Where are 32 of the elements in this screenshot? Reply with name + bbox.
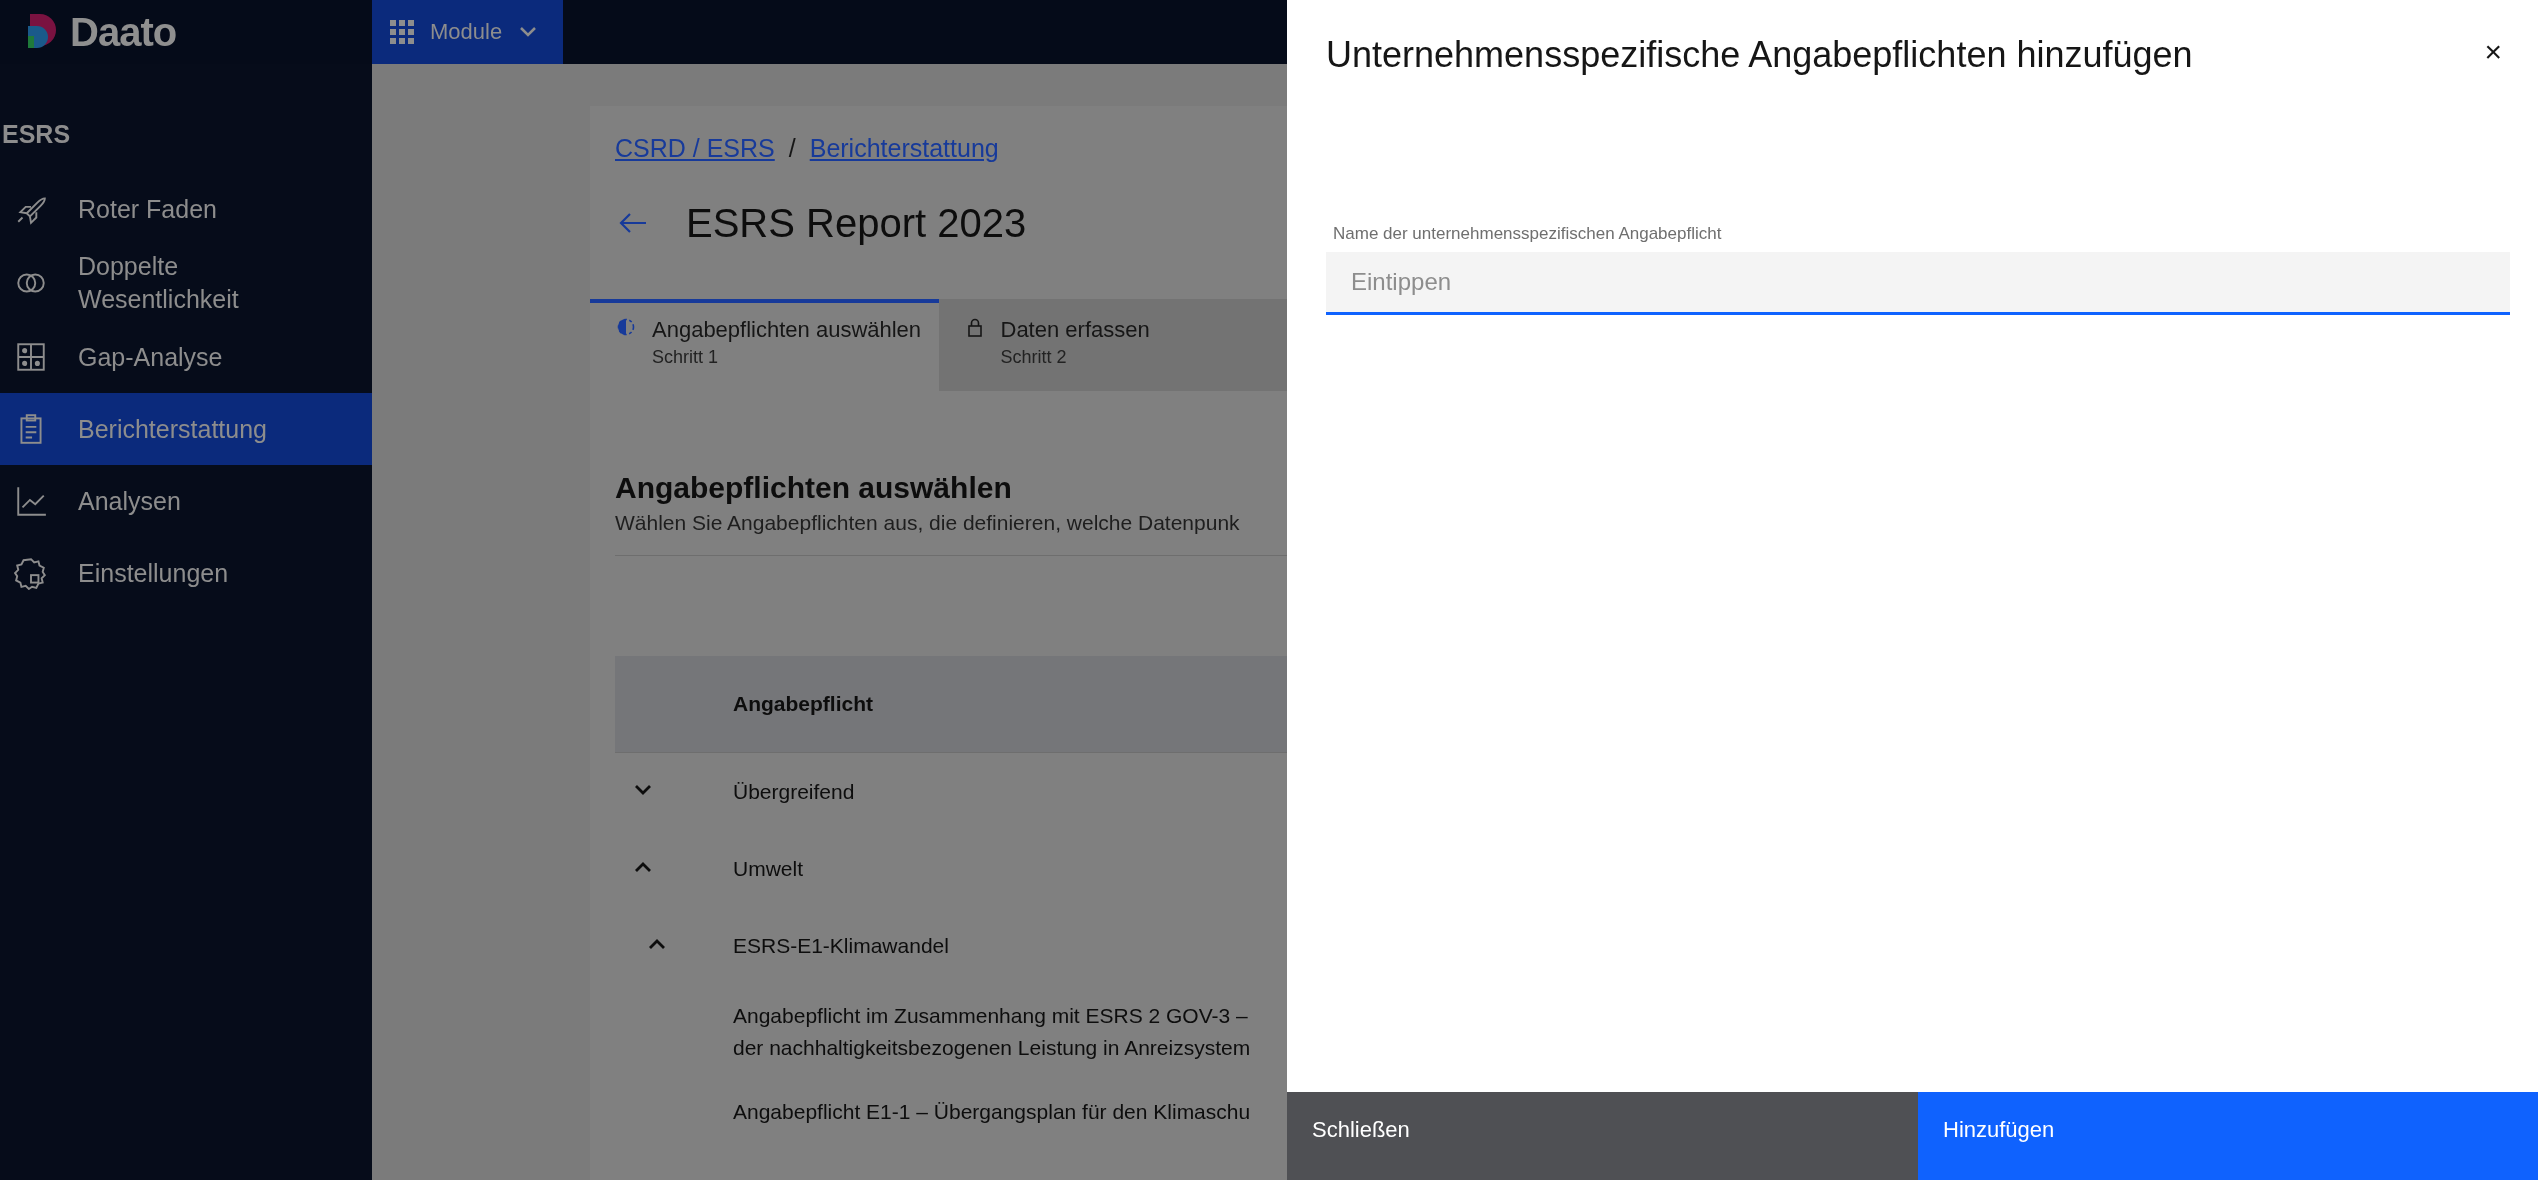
step-tab[interactable]: Daten erfassen Schritt 2 (938, 299, 1287, 391)
half-circle-icon (616, 317, 636, 337)
close-button[interactable]: × (2480, 34, 2506, 70)
input-field[interactable]: Eintippen (1326, 252, 2510, 315)
table-cell-text: Übergreifend (733, 778, 855, 805)
sidebar-item[interactable]: Berichterstattung (0, 393, 372, 465)
settings-icon (14, 556, 48, 590)
table-cell-text: Umwelt (733, 855, 803, 882)
column-header: Angabepflicht (733, 692, 873, 716)
field-label: Name der unternehmensspezifischen Angabepflicht (1332, 224, 1723, 244)
sidebar-item[interactable]: Roter Faden (0, 173, 372, 245)
table-cell-text: Angabepflicht E1-1 – Übergangsplan für den Klimaschu (733, 1099, 1251, 1125)
back-arrow-icon[interactable] (618, 211, 648, 235)
section-description: Wählen Sie Angabepflichten aus, die definieren, welche Datenpunk (615, 511, 1241, 535)
grid-icon (14, 340, 48, 374)
sidebar-item[interactable]: Einstellungen (0, 537, 372, 609)
apps-icon (390, 20, 414, 44)
module-button[interactable]: Module (372, 0, 563, 64)
drawer-title: Unternehmensspezifische Angabepflichten hinzufügen (1326, 34, 2193, 76)
add-button[interactable]: Hinzufügen (1918, 1092, 2538, 1180)
sidebar-section-title: ESRS (1, 120, 72, 149)
logo-text: Daato (70, 9, 177, 55)
sidebar-item[interactable]: Gap-Analyse (0, 321, 372, 393)
page-title: ESRS Report 2023 (686, 200, 1027, 246)
table-cell-text: ESRS-E1-Klimawandel (733, 932, 949, 959)
breadcrumb-separator: / (788, 134, 796, 163)
line-chart-icon (14, 484, 48, 518)
close-footer-button[interactable]: Schließen (1287, 1092, 1918, 1180)
sidebar-item[interactable]: Doppelte Wesentlichkeit (0, 245, 372, 321)
sidebar-item[interactable]: Analysen (0, 465, 372, 537)
section-title: Angabepflichten auswählen (615, 471, 1013, 505)
table-cell-text: Angabepflicht im Zusammenhang mit ESRS 2 GOV-3 – der nachhaltigkeitsbezogenen Leistung in Anreizsystem (733, 1003, 1251, 1061)
